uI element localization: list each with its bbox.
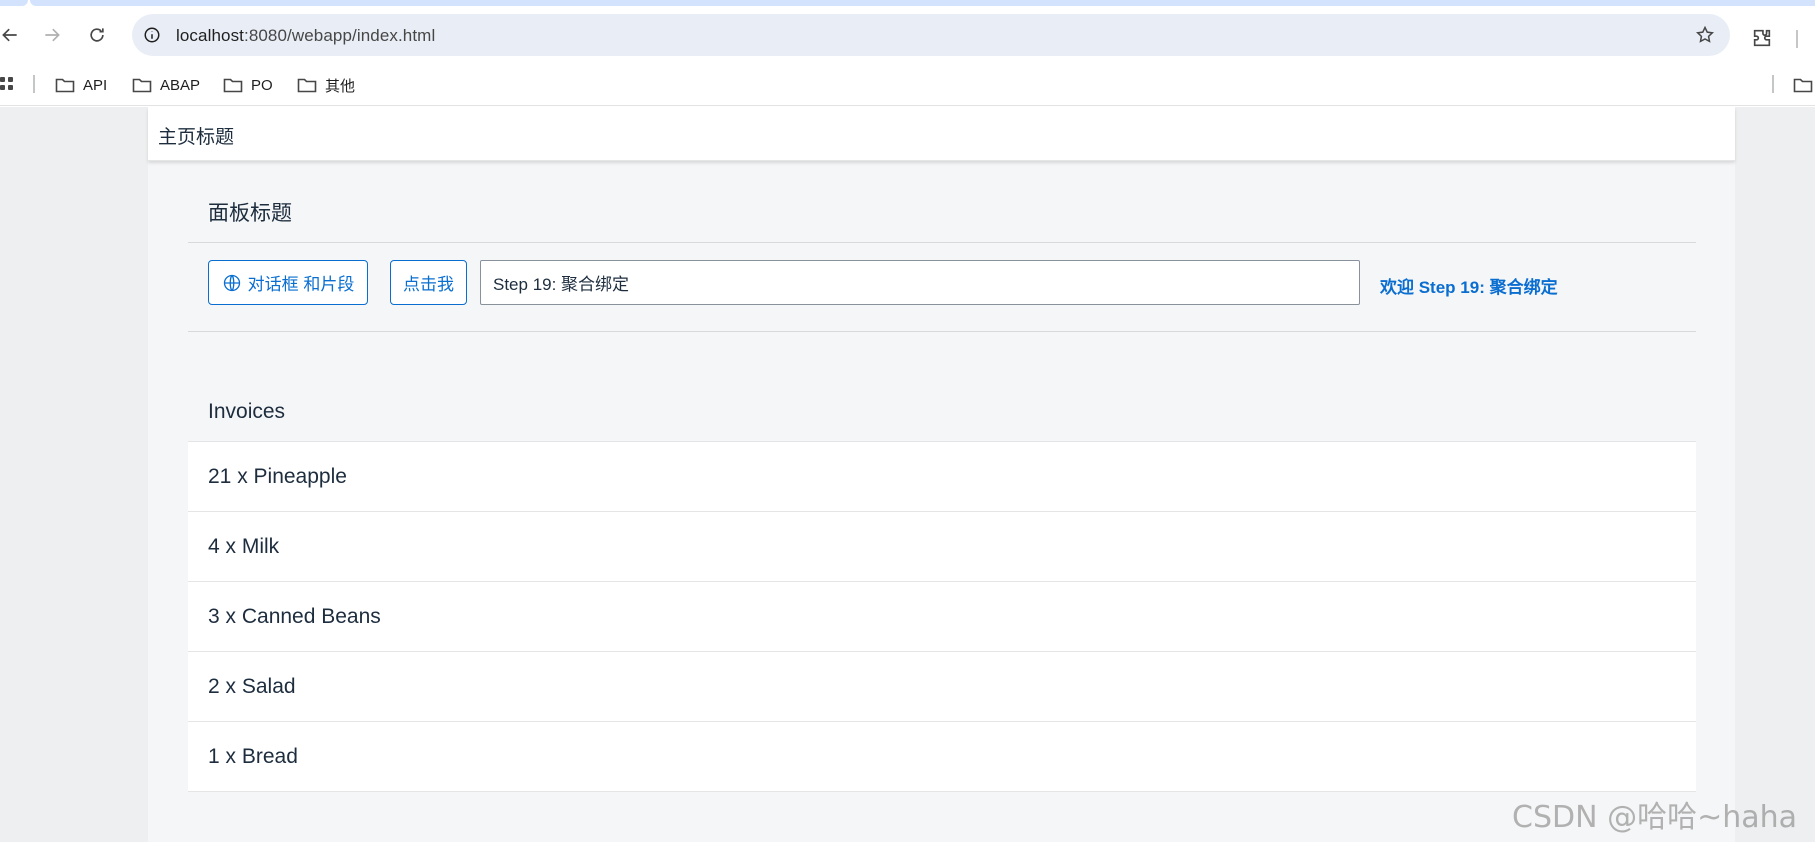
- folder-icon: [55, 78, 75, 93]
- folder-icon: [223, 78, 243, 93]
- welcome-text: 欢迎 Step 19: 聚合绑定: [1380, 278, 1558, 297]
- list-item[interactable]: 1 x Bread: [188, 722, 1696, 792]
- panel-header-divider: [188, 242, 1696, 243]
- bookmark-label: PO: [251, 76, 273, 94]
- forward-icon[interactable]: [38, 21, 66, 49]
- bookmark-folder-other[interactable]: 其他: [297, 72, 355, 98]
- bookmark-label: ABAP: [160, 76, 201, 94]
- panel-bottom-divider: [188, 331, 1696, 332]
- bookmark-label: API: [83, 76, 108, 94]
- list-item-label: 2 x Salad: [208, 674, 296, 698]
- browser-toolbar: localhost:8080/webapp/index.html: [0, 6, 1815, 64]
- page-viewport: 主页标题 面板标题 对话框 和片段 点击我 欢迎 Step 19: 聚合绑定 I…: [0, 107, 1815, 842]
- bookmarks-divider: [33, 75, 35, 93]
- list-item-label: 3 x Canned Beans: [208, 604, 381, 628]
- other-bookmarks-folder[interactable]: [1793, 72, 1813, 98]
- bookmark-folder-api[interactable]: API: [55, 72, 107, 98]
- click-me-button-label: 点击我: [403, 275, 454, 294]
- name-input[interactable]: [480, 260, 1360, 305]
- list-item[interactable]: 2 x Salad: [188, 652, 1696, 722]
- invoices-title: Invoices: [208, 400, 286, 423]
- url-text[interactable]: localhost:8080/webapp/index.html: [176, 26, 435, 46]
- folder-icon: [297, 78, 317, 93]
- bookmark-folder-abap[interactable]: ABAP: [132, 72, 200, 98]
- extensions-icon[interactable]: [1750, 26, 1774, 50]
- list-item-label: 4 x Milk: [208, 534, 280, 558]
- bookmarks-bar: API ABAP PO 其他: [0, 64, 1815, 106]
- click-me-button[interactable]: 点击我: [390, 260, 467, 305]
- list-item-label: 1 x Bread: [208, 744, 298, 768]
- site-info-icon[interactable]: [142, 25, 162, 45]
- panel-title: 面板标题: [208, 202, 292, 225]
- dialog-button-label: 对话框 和片段: [247, 275, 355, 294]
- toolbar-divider: [1796, 30, 1798, 48]
- reload-icon[interactable]: [83, 21, 111, 49]
- url-host: localhost: [176, 26, 244, 45]
- bookmarks-divider-right: [1772, 75, 1774, 93]
- watermark: CSDN @哈哈~haha: [1512, 800, 1797, 835]
- list-item[interactable]: 21 x Pineapple: [188, 442, 1696, 512]
- globe-icon: [223, 274, 240, 291]
- list-item[interactable]: 3 x Canned Beans: [188, 582, 1696, 652]
- folder-icon: [1793, 78, 1813, 93]
- list-item-label: 21 x Pineapple: [208, 464, 347, 488]
- shell-header: 主页标题: [148, 107, 1735, 161]
- bookmark-label: 其他: [325, 77, 356, 95]
- apps-grid-icon[interactable]: [0, 74, 16, 94]
- back-icon[interactable]: [0, 21, 24, 49]
- address-bar[interactable]: localhost:8080/webapp/index.html: [132, 14, 1730, 56]
- invoice-list: 21 x Pineapple 4 x Milk 3 x Canned Beans…: [188, 441, 1696, 792]
- page-title: 主页标题: [158, 127, 235, 148]
- folder-icon: [132, 78, 152, 93]
- list-item[interactable]: 4 x Milk: [188, 512, 1696, 582]
- dialog-button[interactable]: 对话框 和片段: [208, 260, 368, 305]
- bookmark-star-icon[interactable]: [1694, 24, 1716, 46]
- bookmark-folder-po[interactable]: PO: [223, 72, 273, 98]
- url-path: :8080/webapp/index.html: [244, 26, 436, 45]
